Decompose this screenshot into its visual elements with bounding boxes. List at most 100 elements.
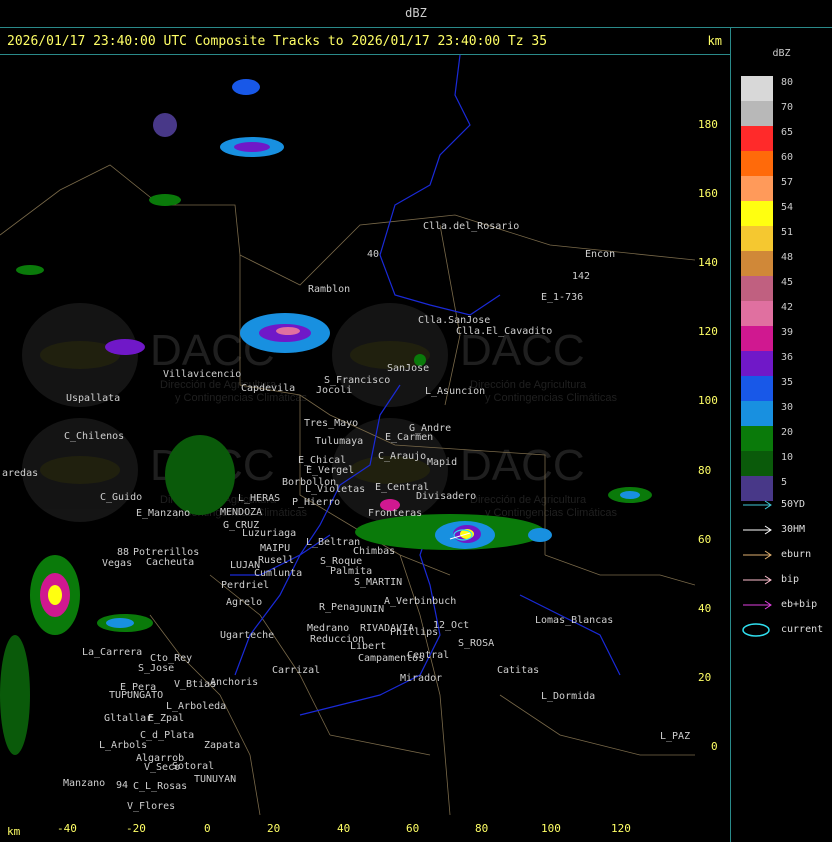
place-label: L_Asuncion <box>425 386 485 397</box>
place-label: Agrelo <box>226 597 262 608</box>
place-label: Libert <box>350 641 386 652</box>
y-axis: 180 160 140 120 100 80 60 40 20 0 <box>695 55 730 815</box>
dbz-level-label: 57 <box>781 177 794 188</box>
track-legend-item: bip <box>741 573 831 587</box>
place-label: E_Zpal <box>148 713 184 724</box>
place-label: Campamentos <box>358 653 424 664</box>
watermark-line2: y Contingencias Climáticas <box>485 507 618 519</box>
dbz-level-label: 65 <box>781 127 794 138</box>
place-label: Mirador <box>400 673 442 684</box>
place-label: E_Carmen <box>385 432 433 443</box>
track-arrow-icon <box>743 550 772 560</box>
dbz-swatch <box>741 301 773 326</box>
x-tick-label: 100 <box>541 822 561 835</box>
place-label: JUNIN <box>354 604 384 615</box>
place-label: Carrizal <box>272 665 320 676</box>
place-label: Lomas_Blancas <box>535 615 613 626</box>
legend-title: dBZ <box>772 48 791 59</box>
dbz-level-label: 30 <box>781 402 794 413</box>
storm-cell <box>528 528 552 542</box>
dbz-swatch <box>741 451 773 476</box>
track-arrow-icon <box>743 575 772 585</box>
place-label: Cumlunta <box>254 568 302 579</box>
place-label: E_1-736 <box>541 292 583 303</box>
place-label: Cacheuta <box>146 557 194 568</box>
dbz-level-label: 39 <box>781 327 794 338</box>
place-label: P_Hierro <box>292 497 340 508</box>
dbz-swatch <box>741 226 773 251</box>
storm-cell-core <box>234 142 270 152</box>
dbz-swatch <box>741 401 773 426</box>
place-label: L_Violetas <box>305 484 365 495</box>
x-tick-label: -40 <box>57 822 77 835</box>
track-arrow-icon <box>743 600 772 610</box>
dbz-swatch <box>741 326 773 351</box>
dbz-level-label: 60 <box>781 152 794 163</box>
place-label: Medrano <box>307 623 349 634</box>
product-header: 2026/01/17 23:40:00 UTC Composite Tracks… <box>0 28 730 55</box>
place-label: Phillips <box>390 627 438 638</box>
place-label: Jocoli <box>316 385 352 396</box>
x-tick-label: 20 <box>267 822 281 835</box>
x-tick-label: 60 <box>406 822 420 835</box>
track-legend-label: 30HM <box>781 524 806 535</box>
place-label: 94 <box>116 780 128 791</box>
place-label: E_Vergel <box>306 465 354 476</box>
storm-cell-core <box>106 618 134 628</box>
place-label: Palmita <box>330 566 372 577</box>
window-title-bar: dBZ <box>0 0 832 28</box>
dbz-level-label: 42 <box>781 302 794 313</box>
dbz-swatch <box>741 376 773 401</box>
track-legend-item: 50YD <box>741 498 831 512</box>
track-legend-item: eburn <box>741 548 831 562</box>
storm-cell <box>165 435 235 515</box>
place-label: Mapid <box>427 457 457 468</box>
dbz-swatch <box>741 151 773 176</box>
place-label: S_MARTIN <box>354 577 402 588</box>
y-tick-label: 160 <box>698 187 718 200</box>
track-legend-label: eb+bip <box>781 599 818 610</box>
place-label: Tres_Mayo <box>304 418 358 429</box>
track-legend-label: eburn <box>781 549 812 560</box>
place-label: La_Carrera <box>82 647 142 658</box>
y-tick-label: 140 <box>698 256 718 269</box>
place-label: Ramblon <box>308 284 350 295</box>
dbz-swatch <box>741 351 773 376</box>
place-label: Clla.SanJose <box>418 315 490 326</box>
x-tick-label: 80 <box>475 822 489 835</box>
storm-cell <box>153 113 177 137</box>
place-label: 12_Oct <box>433 620 469 631</box>
place-label: E_Manzano <box>136 508 190 519</box>
x-axis: km -40 -20 0 20 40 60 80 100 120 <box>0 815 730 842</box>
place-label: Clla.El_Cavadito <box>456 326 552 337</box>
place-label: MENDOZA <box>220 507 262 518</box>
dbz-swatch <box>741 101 773 126</box>
dbz-swatch <box>741 251 773 276</box>
dbz-swatch <box>741 176 773 201</box>
place-label: Zapata <box>204 740 240 751</box>
place-label: aredas <box>2 468 38 479</box>
place-label: 142 <box>572 271 590 282</box>
storm-cell-core <box>48 585 62 605</box>
place-label: S_Jose <box>138 663 174 674</box>
storm-cell <box>232 79 260 95</box>
place-label: Capdevila <box>241 383 295 394</box>
dbz-swatch <box>741 76 773 101</box>
place-label: Tulumaya <box>315 436 363 447</box>
radar-map[interactable]: DACC Dirección de Agricultura y Continge… <box>0 55 695 815</box>
place-label: Uspallata <box>66 393 120 404</box>
legend-panel: dBZ 80 70 65 60 57 54 51 48 45 42 39 36 35 30 20 10 5 50… <box>731 28 832 842</box>
place-label: Ugarteche <box>220 630 274 641</box>
y-tick-label: 20 <box>698 671 712 684</box>
place-label: TUNUYAN <box>194 774 236 785</box>
place-label: Perdriel <box>221 580 269 591</box>
y-tick-label: 60 <box>698 533 712 546</box>
place-label: L_PAZ <box>660 731 690 742</box>
place-label: Anchoris <box>210 677 258 688</box>
product-title: 2026/01/17 23:40:00 UTC Composite Tracks… <box>7 34 548 49</box>
storm-cell <box>149 194 181 206</box>
x-tick-label: 0 <box>204 822 211 835</box>
storm-cell-core <box>620 491 640 499</box>
place-label: C_Chilenos <box>64 431 124 442</box>
place-label: MAIPU <box>260 543 290 554</box>
